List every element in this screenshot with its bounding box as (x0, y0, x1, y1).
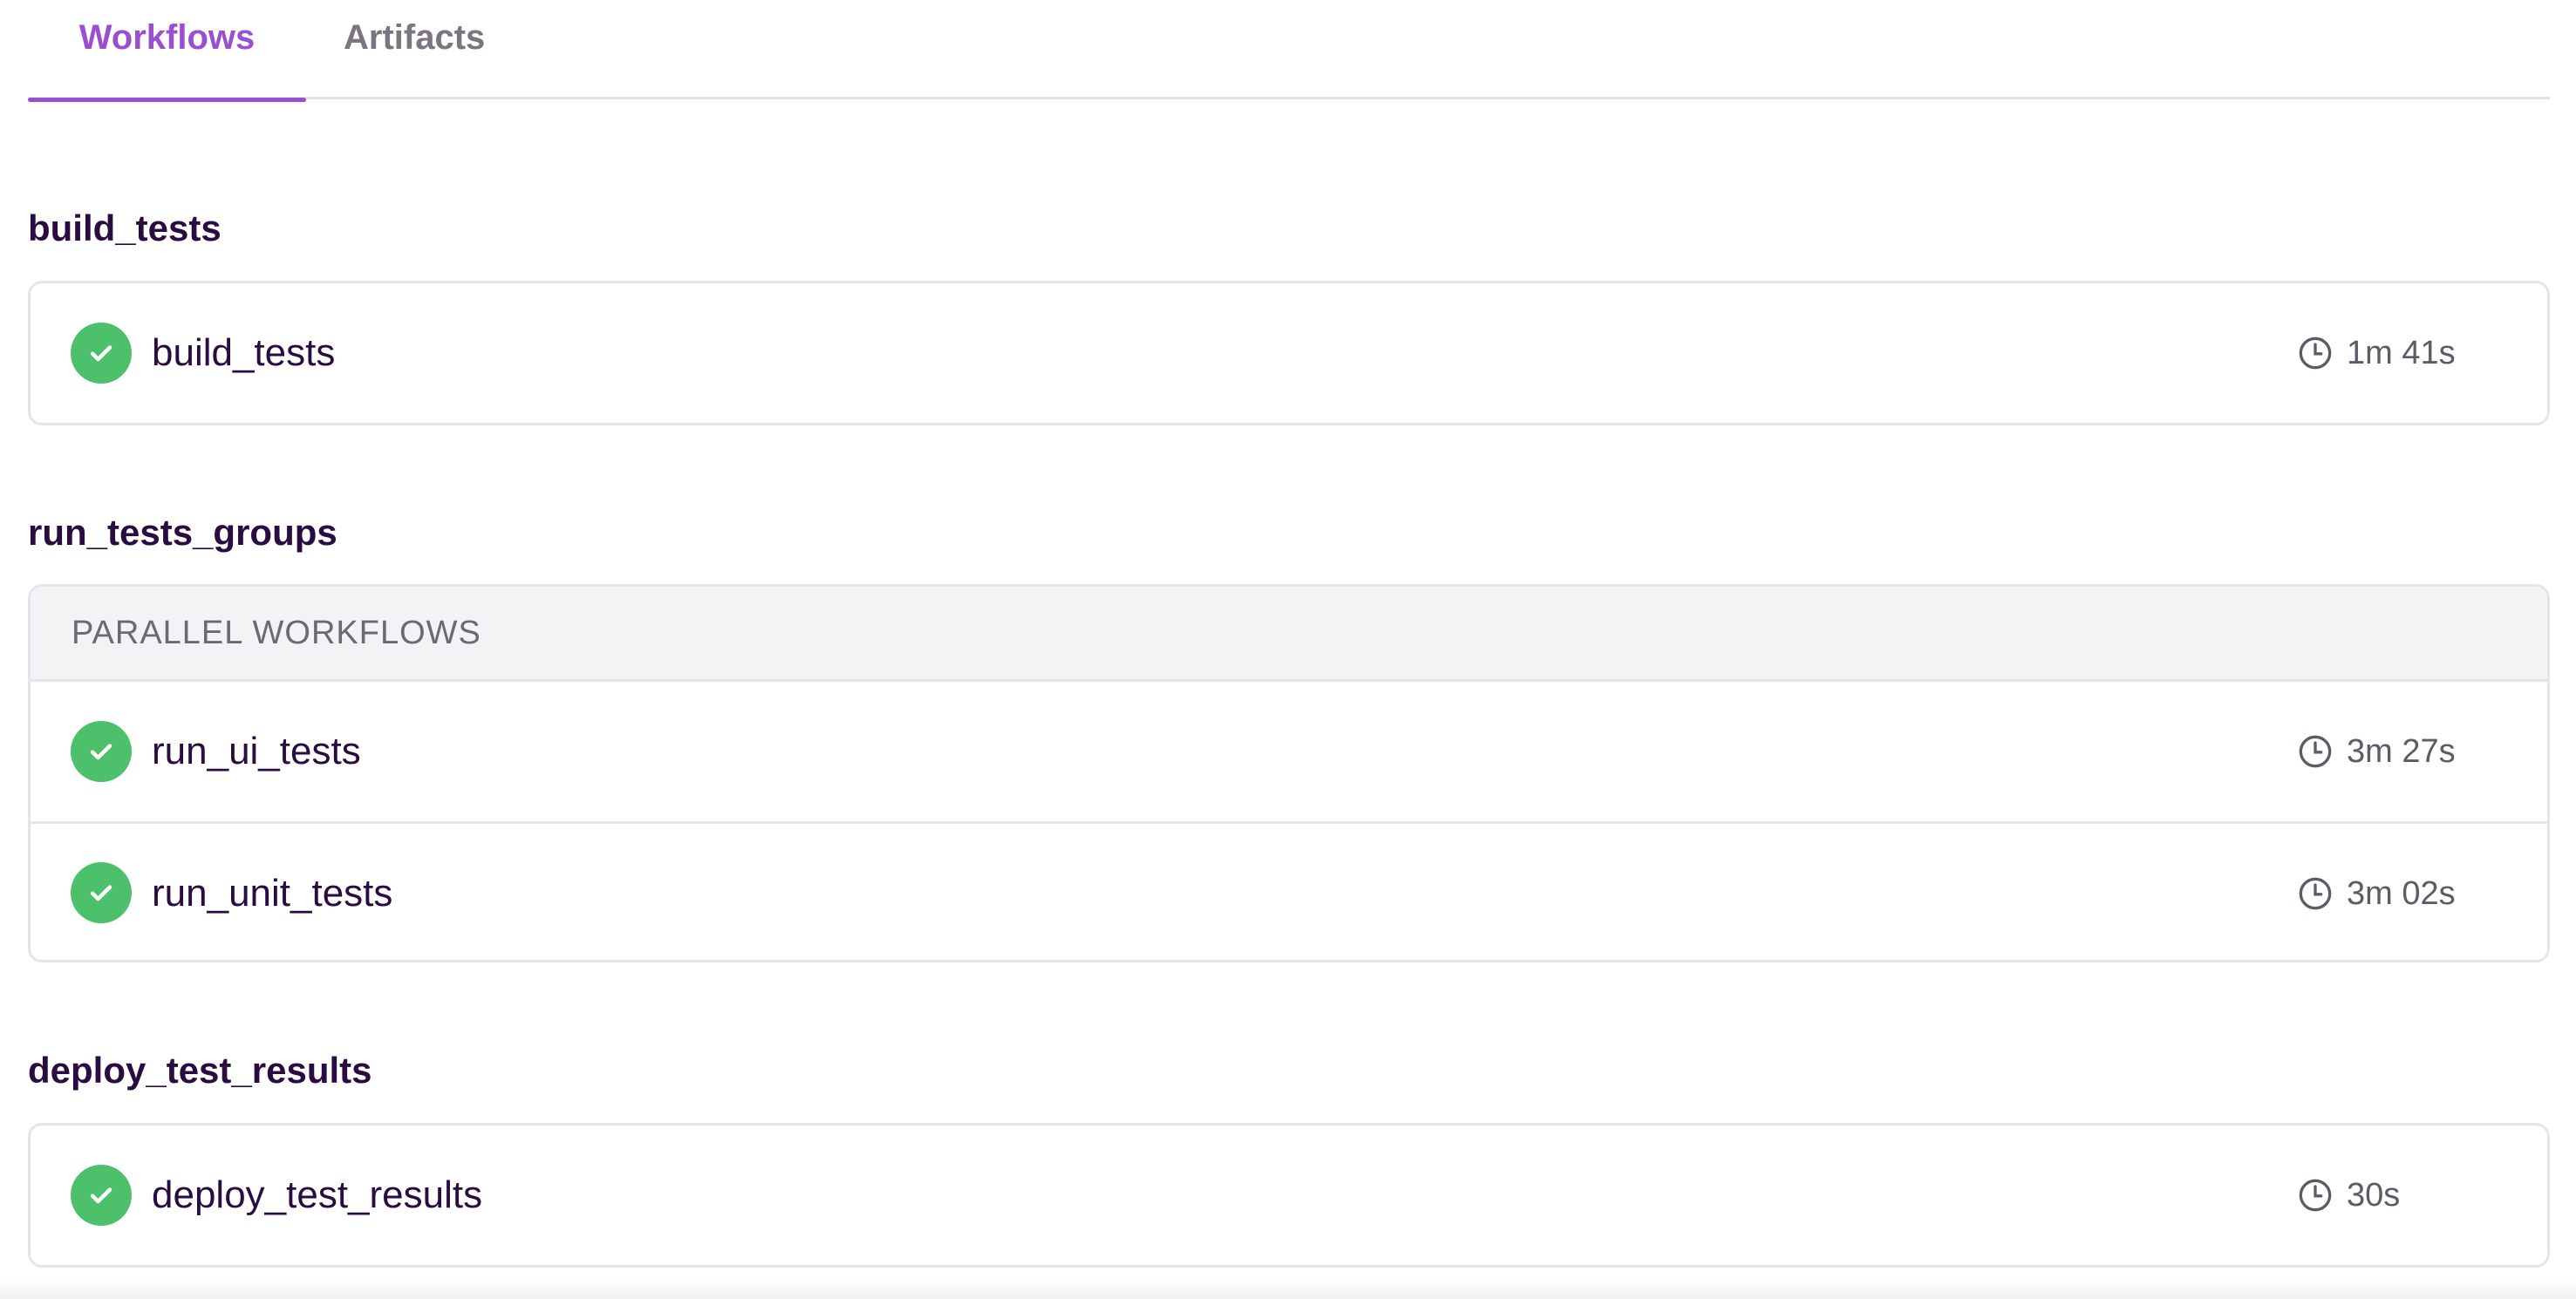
check-circle-icon (71, 861, 132, 923)
duration-text: 3m 27s (2347, 732, 2456, 770)
workflow-name: run_unit_tests (152, 872, 393, 915)
workflows-page: Workflows Artifacts build_tests build_te… (0, 0, 2576, 1299)
workflow-card-build-tests: build_tests 1m 41s (28, 281, 2550, 425)
clock-icon (2299, 337, 2332, 370)
workflow-row-run-unit-tests[interactable]: run_unit_tests 3m 02s (31, 821, 2547, 960)
parallel-workflows-header: PARALLEL WORKFLOWS (31, 587, 2547, 682)
duration-text: 30s (2347, 1176, 2401, 1214)
clock-icon (2299, 1179, 2332, 1212)
check-circle-icon (71, 1165, 132, 1226)
workflow-duration: 30s (2298, 1126, 2400, 1265)
check-circle-icon (71, 721, 132, 782)
clock-icon (2299, 877, 2332, 910)
workflow-row-build-tests[interactable]: build_tests 1m 41s (31, 283, 2547, 423)
group-title-build-tests: build_tests (28, 207, 221, 248)
tab-workflows[interactable]: Workflows (28, 0, 306, 102)
workflow-name: run_ui_tests (152, 730, 361, 772)
workflow-name: build_tests (152, 331, 336, 374)
tab-bar: Workflows Artifacts (28, 0, 2550, 102)
workflow-duration: 1m 41s (2298, 283, 2456, 423)
workflow-name: deploy_test_results (152, 1173, 483, 1216)
tab-artifacts[interactable]: Artifacts (344, 0, 485, 99)
group-title-run-tests-groups: run_tests_groups (28, 512, 337, 553)
clock-icon (2299, 735, 2332, 768)
workflow-card-deploy-test-results: deploy_test_results 30s (28, 1123, 2550, 1268)
workflow-card-run-tests-groups: PARALLEL WORKFLOWS run_ui_tests 3m 27s r… (28, 584, 2550, 962)
check-circle-icon (71, 323, 132, 384)
workflow-duration: 3m 27s (2298, 682, 2456, 821)
workflow-row-deploy-test-results[interactable]: deploy_test_results 30s (31, 1126, 2547, 1265)
group-title-deploy-test-results: deploy_test_results (28, 1050, 372, 1091)
workflow-duration: 3m 02s (2298, 824, 2456, 960)
bottom-shadow (0, 1280, 2576, 1299)
duration-text: 1m 41s (2347, 334, 2456, 371)
workflow-row-run-ui-tests[interactable]: run_ui_tests 3m 27s (31, 682, 2547, 821)
duration-text: 3m 02s (2347, 874, 2456, 912)
